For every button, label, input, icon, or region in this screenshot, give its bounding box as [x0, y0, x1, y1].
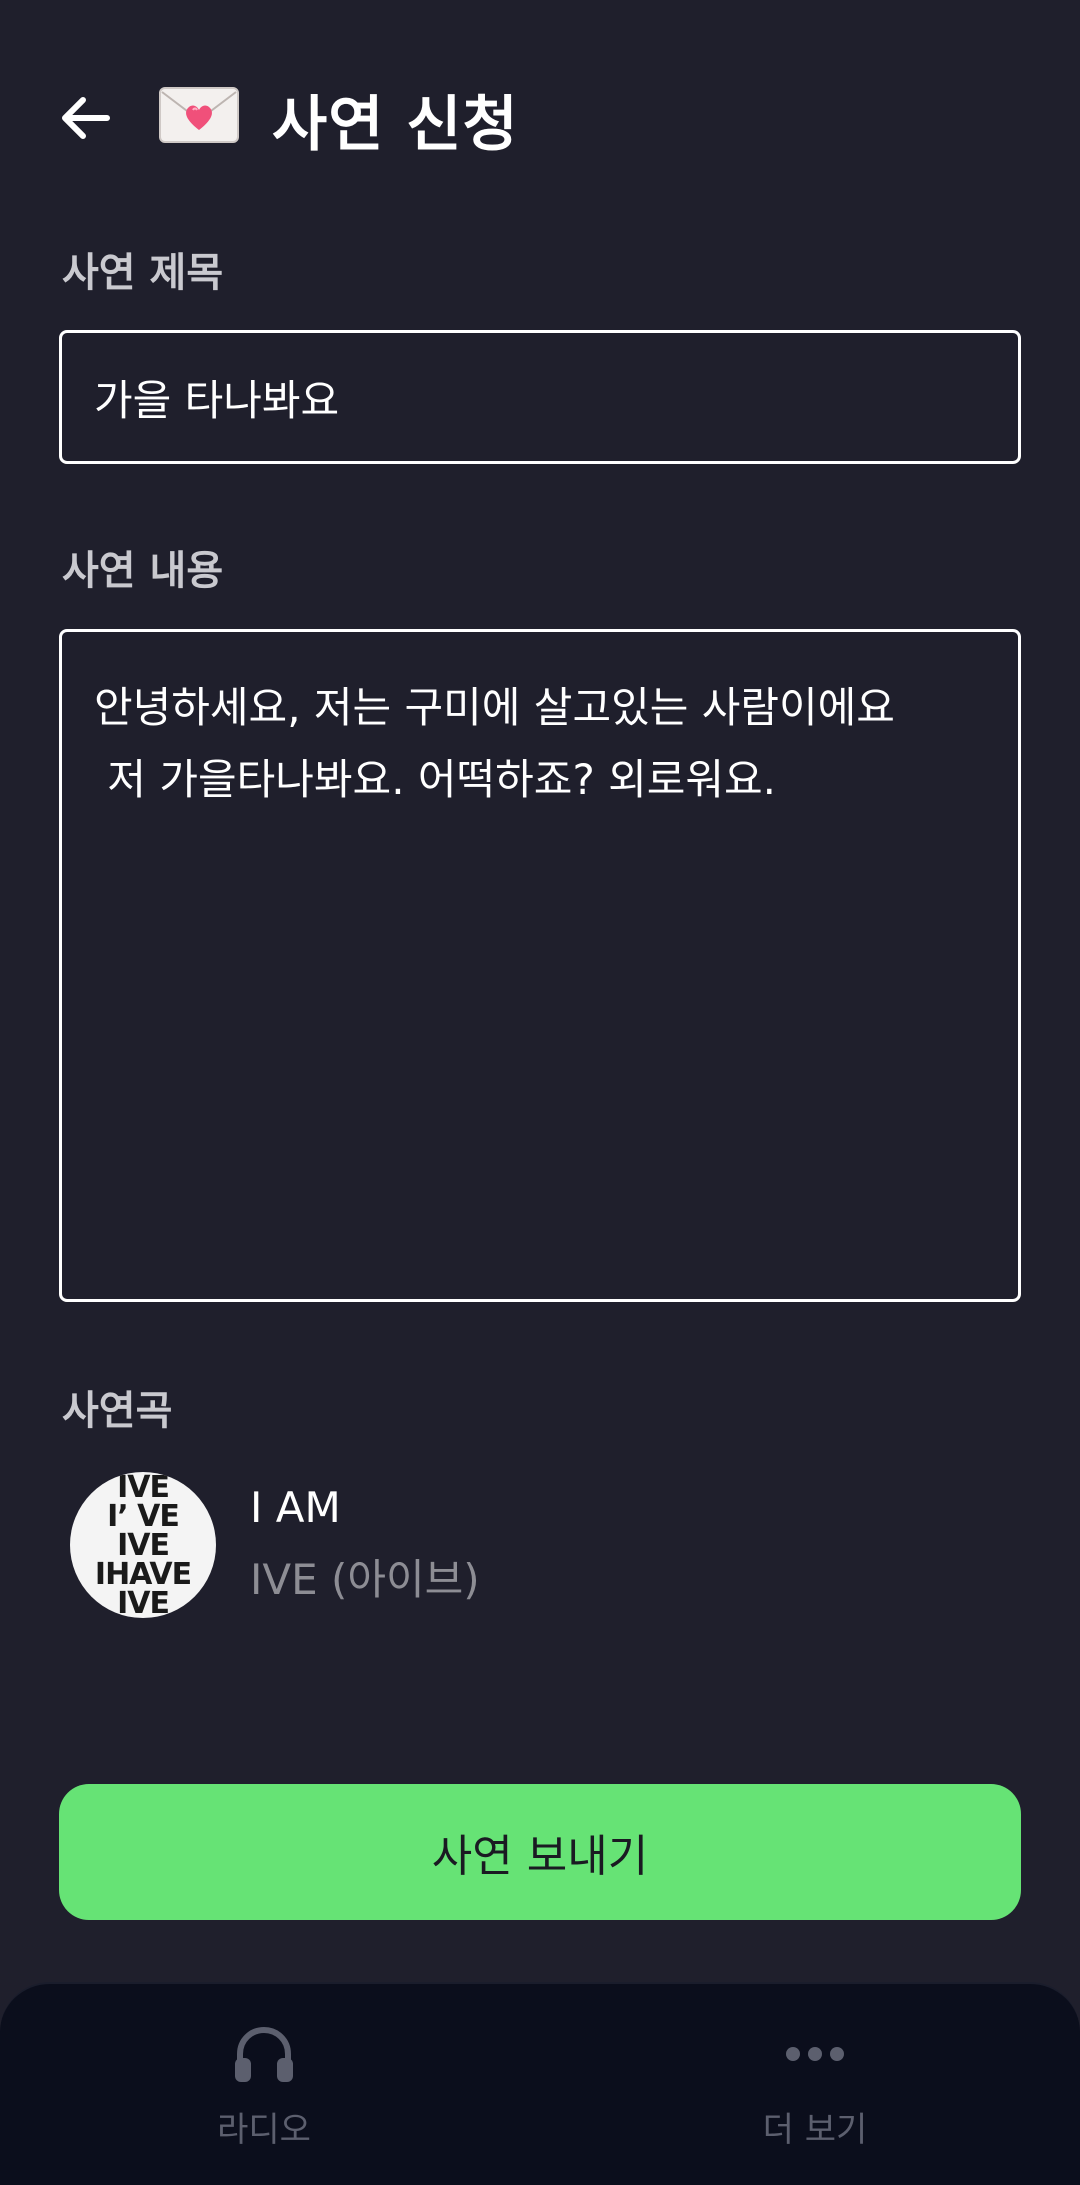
bottom-nav: 라디오 더 보기 [0, 1982, 1080, 2185]
page-title: 사연 신청 [272, 90, 519, 160]
album-line: IVE [117, 1585, 170, 1618]
title-label: 사연 제목 [62, 250, 224, 296]
album-line: IHAVE [94, 1556, 192, 1592]
arrow-left-icon [62, 97, 110, 139]
album-cover: IVE I’ VE IVE IHAVE IVE [70, 1472, 216, 1618]
nav-label-more: 더 보기 [762, 2110, 868, 2150]
page: 사연 신청 사연 제목 가을 타나봐요 사연 내용 안녕하세요, 저는 구미에 … [0, 0, 1080, 2185]
song-info: I AM IVE (아이브) [250, 1483, 480, 1607]
song-title: I AM [250, 1483, 341, 1532]
title-input[interactable]: 가을 타나봐요 [59, 330, 1021, 464]
send-story-button[interactable]: 사연 보내기 [59, 1784, 1021, 1920]
header: 사연 신청 [0, 60, 1080, 170]
album-line: IVE [117, 1472, 170, 1505]
back-button[interactable] [52, 86, 116, 150]
headphones-icon [232, 2014, 296, 2094]
content-textarea[interactable]: 안녕하세요, 저는 구미에 살고있는 사람이에요 저 가을타나봐요. 어떡하죠?… [59, 629, 1021, 1302]
nav-item-radio[interactable]: 라디오 [134, 2014, 394, 2164]
album-line: IVE [117, 1527, 170, 1563]
song-artist: IVE (아이브) [250, 1555, 480, 1604]
nav-label-radio: 라디오 [217, 2110, 311, 2150]
content-label: 사연 내용 [62, 548, 224, 594]
album-line: I’ VE [107, 1498, 180, 1534]
love-letter-icon [158, 82, 240, 146]
more-dots-icon [785, 2014, 845, 2094]
selected-song[interactable]: IVE I’ VE IVE IHAVE IVE I AM IVE (아이브) [70, 1470, 970, 1620]
song-label: 사연곡 [62, 1388, 173, 1434]
nav-item-more[interactable]: 더 보기 [685, 2014, 945, 2164]
